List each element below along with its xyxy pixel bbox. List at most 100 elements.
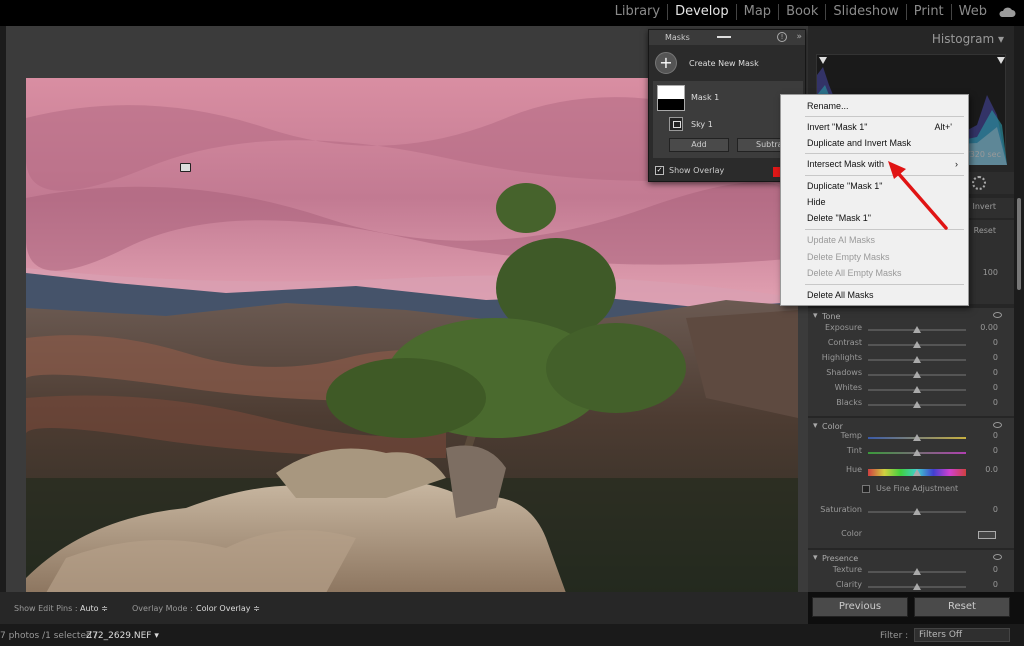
photo-count: 7 photos /1 selected /: [0, 631, 98, 641]
eye-icon[interactable]: [993, 312, 1002, 318]
fine-adjustment-checkbox[interactable]: [862, 484, 870, 493]
lightroom-window: Library Develop Map Book Slideshow Print…: [0, 0, 1024, 646]
menu-item-delete-all-masks[interactable]: Delete All Masks: [807, 288, 960, 302]
tint-label: Tint: [846, 446, 862, 455]
overlay-mode-select[interactable]: Color Overlay ≑: [196, 604, 260, 613]
tint-value[interactable]: 0: [993, 446, 998, 455]
drag-grip-icon[interactable]: [717, 36, 731, 38]
blacks-thumb[interactable]: [913, 401, 921, 408]
temp-track[interactable]: [868, 434, 966, 441]
sun-icon[interactable]: [972, 176, 986, 190]
saturation-track[interactable]: [868, 508, 966, 515]
whites-value[interactable]: 0: [993, 383, 998, 392]
tint-slider-row[interactable]: Tint 0: [808, 445, 1014, 460]
presence-section: Presence Texture 0 Clarity 0: [808, 550, 1014, 592]
collapse-icon[interactable]: »: [796, 30, 802, 45]
clarity-track[interactable]: [868, 583, 966, 590]
highlights-slider-row[interactable]: Highlights 0: [808, 352, 1014, 367]
contrast-thumb[interactable]: [913, 341, 921, 348]
masks-panel-header[interactable]: Masks ! »: [649, 30, 805, 45]
temp-thumb[interactable]: [913, 434, 921, 441]
contrast-slider-row[interactable]: Contrast 0: [808, 337, 1014, 352]
eye-icon[interactable]: [993, 422, 1002, 428]
right-panel-scrollbar[interactable]: [1014, 26, 1024, 592]
fine-adjustment-row[interactable]: Use Fine Adjustment: [862, 484, 958, 493]
highlights-track[interactable]: [868, 356, 966, 363]
reset-button[interactable]: Reset: [914, 597, 1010, 617]
show-edit-pins-select[interactable]: Auto ≑: [80, 604, 108, 613]
exposure-track[interactable]: [868, 326, 966, 333]
whites-slider-row[interactable]: Whites 0: [808, 382, 1014, 397]
color-swatch-row[interactable]: Color: [808, 528, 1014, 543]
reset-link[interactable]: Reset: [974, 226, 996, 235]
module-slideshow[interactable]: Slideshow: [826, 4, 907, 20]
add-button[interactable]: Add: [669, 138, 729, 152]
texture-track[interactable]: [868, 568, 966, 575]
contrast-track[interactable]: [868, 341, 966, 348]
tint-thumb[interactable]: [913, 449, 921, 456]
texture-slider-row[interactable]: Texture 0: [808, 564, 1014, 579]
saturation-slider-row[interactable]: Saturation 0: [808, 504, 1014, 519]
saturation-thumb[interactable]: [913, 508, 921, 515]
saturation-value[interactable]: 0: [993, 505, 998, 514]
sky-mask-icon[interactable]: [669, 117, 683, 131]
create-new-mask-label: Create New Mask: [689, 58, 759, 68]
hue-track[interactable]: [868, 469, 966, 476]
cloud-icon[interactable]: [998, 6, 1016, 18]
exposure-value[interactable]: 0.00: [980, 323, 998, 332]
previous-button[interactable]: Previous: [812, 597, 908, 617]
scroll-thumb[interactable]: [1017, 198, 1021, 290]
filter-select[interactable]: Filters Off: [914, 628, 1010, 642]
whites-thumb[interactable]: [913, 386, 921, 393]
module-map[interactable]: Map: [737, 4, 780, 20]
create-new-mask-row[interactable]: + Create New Mask: [655, 52, 759, 74]
menu-item-rename[interactable]: Rename...: [807, 99, 960, 113]
filename-menu[interactable]: Z72_2629.NEF ▾: [86, 631, 159, 641]
shadows-track[interactable]: [868, 371, 966, 378]
mask-thumbnail[interactable]: [657, 85, 685, 111]
temp-slider-row[interactable]: Temp 0: [808, 430, 1014, 445]
module-develop[interactable]: Develop: [668, 4, 737, 20]
edit-pin-icon[interactable]: [180, 163, 191, 172]
exposure-slider-row[interactable]: Exposure 0.00: [808, 322, 1014, 337]
invert-button[interactable]: Invert: [972, 202, 996, 211]
shadows-value[interactable]: 0: [993, 368, 998, 377]
texture-value[interactable]: 0: [993, 565, 998, 574]
shadows-thumb[interactable]: [913, 371, 921, 378]
hue-value[interactable]: 0.0: [985, 465, 998, 474]
contrast-value[interactable]: 0: [993, 338, 998, 347]
blacks-value[interactable]: 0: [993, 398, 998, 407]
presence-title[interactable]: Presence: [813, 553, 858, 563]
module-web[interactable]: Web: [952, 4, 994, 20]
module-print[interactable]: Print: [907, 4, 952, 20]
show-overlay-row[interactable]: ✓ Show Overlay: [655, 166, 724, 175]
blacks-track[interactable]: [868, 401, 966, 408]
texture-thumb[interactable]: [913, 568, 921, 575]
masks-title: Masks: [665, 33, 690, 42]
highlights-value[interactable]: 0: [993, 353, 998, 362]
histogram-header[interactable]: Histogram ▾: [808, 32, 1014, 50]
highlights-thumb[interactable]: [913, 356, 921, 363]
shadows-slider-row[interactable]: Shadows 0: [808, 367, 1014, 382]
tone-title[interactable]: Tone: [813, 311, 841, 321]
blacks-slider-row[interactable]: Blacks 0: [808, 397, 1014, 412]
temp-value[interactable]: 0: [993, 431, 998, 440]
clarity-value[interactable]: 0: [993, 580, 998, 589]
menu-separator: [805, 284, 964, 285]
module-book[interactable]: Book: [779, 4, 827, 20]
whites-track[interactable]: [868, 386, 966, 393]
exposure-thumb[interactable]: [913, 326, 921, 333]
tint-track[interactable]: [868, 449, 966, 456]
menu-item-invert[interactable]: Invert "Mask 1" Alt+': [807, 120, 960, 134]
info-icon[interactable]: !: [777, 32, 787, 42]
module-library[interactable]: Library: [608, 4, 669, 20]
menu-item-duplicate-invert[interactable]: Duplicate and Invert Mask: [807, 136, 960, 150]
clarity-slider-row[interactable]: Clarity 0: [808, 579, 1014, 592]
clarity-thumb[interactable]: [913, 583, 921, 590]
eye-icon[interactable]: [993, 554, 1002, 560]
color-swatch[interactable]: [978, 531, 996, 539]
plus-icon[interactable]: +: [655, 52, 677, 74]
show-overlay-checkbox[interactable]: ✓: [655, 166, 664, 175]
hue-slider-row[interactable]: Hue 0.0: [808, 464, 1014, 479]
hue-thumb[interactable]: [913, 469, 921, 476]
